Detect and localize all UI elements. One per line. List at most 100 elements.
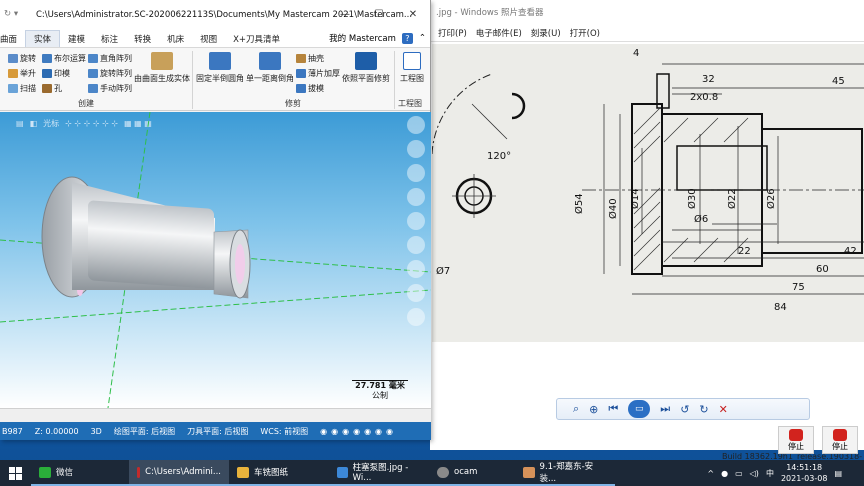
viewer-title: .jpg - Windows 照片查看器 [430, 0, 864, 24]
scale-value: 27.781 毫米 [355, 381, 405, 390]
tab-view[interactable]: 视图 [192, 31, 225, 47]
clock[interactable]: 14:51:18 2021-03-08 [781, 462, 828, 484]
fit-icon[interactable]: ⊕ [589, 403, 598, 416]
fit-view-icon[interactable] [407, 164, 425, 182]
chamfer-button[interactable]: 单一距离倒角 [246, 52, 294, 84]
menu-open[interactable]: 打开(O) [570, 27, 609, 39]
draft-button[interactable]: 拔模 [296, 83, 324, 94]
my-mastercam-label[interactable]: 我的 Mastercam [329, 32, 396, 44]
surface-to-solid-button[interactable]: 由曲面生成实体 [134, 52, 190, 84]
taskbar-photo-viewer-label: 柱塞泵图.jpg - Wi... [352, 463, 409, 483]
mode-3d[interactable]: 3D [91, 427, 102, 436]
rotary-array-label: 旋转阵列 [100, 69, 132, 78]
coord-x: B987 [2, 426, 23, 436]
tab-solid[interactable]: 实体 [25, 30, 61, 47]
chamfer-icon [259, 52, 281, 70]
construction-plane[interactable]: 绘图平面: 后视图 [114, 426, 175, 437]
wireframe-icon[interactable] [407, 236, 425, 254]
maximize-button[interactable]: ☐ [362, 0, 396, 30]
next-icon[interactable]: ⏭ [660, 402, 670, 416]
shell-button[interactable]: 抽壳 [296, 53, 324, 64]
tray-expand-icon[interactable]: ^ [707, 469, 714, 478]
quick-access-icon[interactable]: ↻ ▾ [4, 9, 18, 19]
taskbar-video[interactable]: 9.1-郑嘉东-安装... [515, 460, 615, 486]
taskbar-folder-label: 车铣图纸 [254, 468, 289, 478]
tray-app-icon[interactable]: ● [721, 469, 728, 478]
shell-icon [296, 54, 306, 63]
boolean-button[interactable]: 布尔运算 [42, 53, 86, 64]
tab-tool-list[interactable]: X+刀具清单 [225, 31, 288, 47]
thicken-label: 薄片加厚 [308, 69, 340, 78]
menu-email[interactable]: 电子邮件(E) [476, 27, 531, 39]
rotary-array-button[interactable]: 旋转阵列 [88, 68, 132, 79]
viewer-controls: ⌕ ⊕ ⏮ ▭ ⏭ ↺ ↻ ✕ [430, 398, 864, 424]
section-icon[interactable] [407, 284, 425, 302]
sweep-label: 扫描 [20, 84, 36, 93]
pan-icon[interactable] [407, 116, 425, 134]
collapse-ribbon-icon[interactable]: ⌃ [419, 33, 426, 43]
volume-icon[interactable]: ◁) [750, 469, 759, 478]
manual-array-button[interactable]: 手动阵列 [88, 83, 132, 94]
draft-icon [296, 84, 306, 93]
tab-surface[interactable]: 曲面 [0, 31, 25, 47]
taskbar-mastercam[interactable]: C:\Users\Admini... [129, 460, 229, 486]
stop-button-1[interactable]: 停止 [778, 426, 814, 454]
tab-dimension[interactable]: 标注 [93, 31, 126, 47]
dim-d6: Ø6 [694, 213, 708, 225]
desktop: .jpg - Windows 照片查看器 打印(P) 电子邮件(E) 刻录(U)… [0, 0, 864, 486]
close-button[interactable]: ✕ [396, 0, 430, 30]
dim-4: 4 [633, 48, 639, 59]
stop-button-2[interactable]: 停止 [822, 426, 858, 454]
menu-burn[interactable]: 刻录(U) [531, 27, 570, 39]
boolean-icon [42, 54, 52, 63]
menu-print[interactable]: 打印(P) [438, 27, 476, 39]
tab-model[interactable]: 建模 [60, 31, 93, 47]
tool-plane[interactable]: 刀具平面: 后视图 [187, 426, 248, 437]
taskbar-photo-viewer[interactable]: 柱塞泵图.jpg - Wi... [329, 460, 429, 486]
rotate-cw-icon[interactable]: ↻ [699, 403, 708, 416]
tab-transform[interactable]: 转换 [126, 31, 159, 47]
photo-viewer-window[interactable]: .jpg - Windows 照片查看器 打印(P) 电子邮件(E) 刻录(U)… [430, 0, 864, 450]
minimize-button[interactable]: — [328, 0, 362, 30]
start-button[interactable] [0, 460, 31, 486]
measure-icon[interactable] [407, 260, 425, 278]
fillet-button[interactable]: 固定半倒圆角 [196, 52, 244, 84]
sweep-button[interactable]: 扫描 [8, 83, 36, 94]
trim-to-plane-label: 依照平面修剪 [342, 74, 390, 83]
taskbar-wechat[interactable]: 微信 [31, 460, 129, 486]
thicken-button[interactable]: 薄片加厚 [296, 68, 340, 79]
help-icon[interactable]: ? [401, 32, 413, 44]
view-side-toolbar [407, 116, 425, 326]
shading-icon[interactable] [407, 212, 425, 230]
delete-icon[interactable]: ✕ [719, 403, 728, 416]
slideshow-icon[interactable]: ▭ [628, 400, 651, 418]
zoom-window-icon[interactable] [407, 188, 425, 206]
color-icon[interactable] [407, 308, 425, 326]
rect-array-button[interactable]: 直角阵列 [88, 53, 132, 64]
network-icon[interactable]: ▭ [735, 469, 743, 478]
rotate-ccw-icon[interactable]: ↺ [680, 403, 689, 416]
input-language[interactable]: 中 [766, 468, 774, 479]
horizontal-scrollbar[interactable] [0, 408, 431, 422]
mastercam-window[interactable]: ↻ ▾ C:\Users\Administrator.SC-2020062211… [0, 0, 431, 440]
trim-to-plane-button[interactable]: 依照平面修剪 [342, 52, 390, 84]
drawing-button[interactable]: 工程图 [398, 52, 426, 84]
impression-button[interactable]: 印模 [42, 68, 70, 79]
revolve-button[interactable]: 旋转 [8, 53, 36, 64]
hole-button[interactable]: 孔 [42, 83, 62, 94]
ribbon-tabs: 曲面 实体 建模 标注 转换 机床 视图 X+刀具清单 我的 Mastercam… [0, 30, 430, 48]
zoom-icon[interactable]: ⌕ [573, 402, 579, 416]
taskbar-folder[interactable]: 车铣图纸 [229, 460, 329, 486]
taskbar-ocam-label: ocam [454, 467, 478, 477]
wcs[interactable]: WCS: 前视图 [260, 426, 308, 437]
fillet-label: 固定半倒圆角 [196, 74, 244, 83]
tab-machine[interactable]: 机床 [159, 31, 192, 47]
loft-button[interactable]: 举升 [8, 68, 36, 79]
status-view-icons[interactable]: ◉◉◉◉◉◉◉ [320, 427, 397, 436]
prev-icon[interactable]: ⏮ [608, 402, 618, 416]
graphics-viewport[interactable]: ▤ ◧ 光标 ⊹ ⊹ ⊹ ⊹ ⊹ ⊹ ▦ ▦ ▦ 27.781 毫米 公制 [0, 112, 431, 408]
mastercam-titlebar: ↻ ▾ C:\Users\Administrator.SC-2020062211… [0, 0, 430, 30]
taskbar-ocam[interactable]: ocam [429, 460, 515, 486]
notification-icon[interactable]: ▤ [834, 469, 842, 478]
rotate-view-icon[interactable] [407, 140, 425, 158]
